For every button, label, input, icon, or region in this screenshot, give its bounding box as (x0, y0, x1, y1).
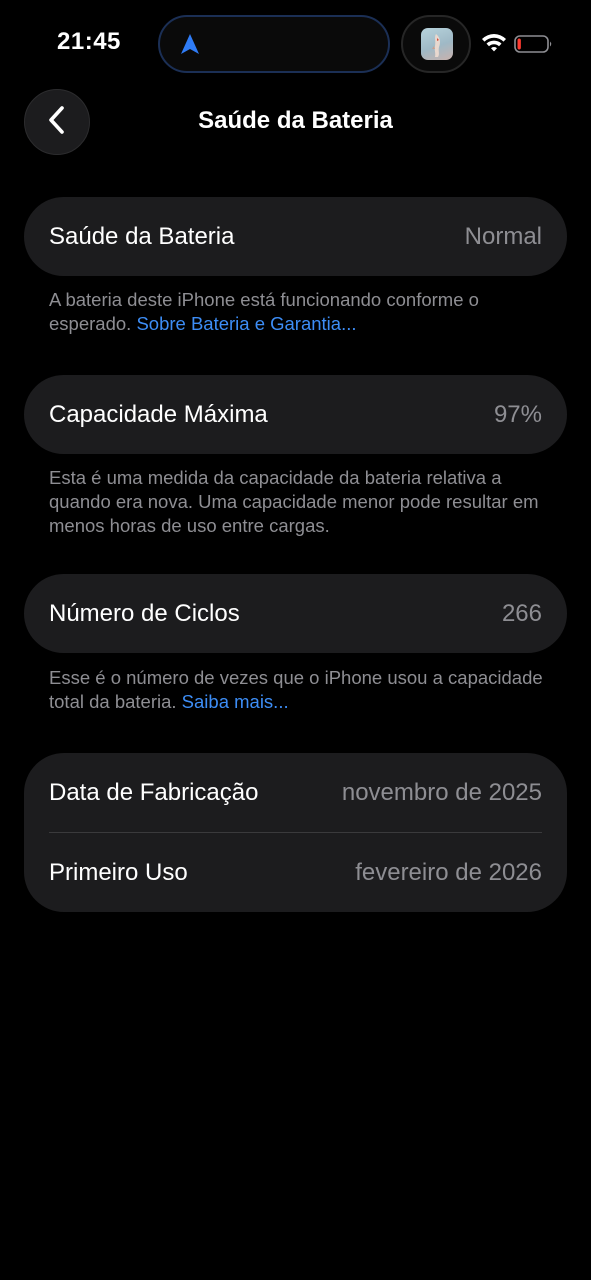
cycle-count-value: 266 (501, 599, 542, 627)
page-title: Saúde da Bateria (198, 107, 393, 134)
app-thumbnail-icon (421, 28, 453, 60)
cycle-count-row: Número de Ciclos 266 (24, 574, 567, 653)
battery-health-screen: 21:45 Saúde da Bateria Saúde da Bateria … (0, 0, 591, 1280)
wifi-icon (481, 32, 507, 52)
status-time: 21:45 (57, 28, 121, 55)
location-arrow-icon (178, 32, 202, 56)
cycle-count-label: Número de Ciclos (49, 599, 240, 627)
max-capacity-value: 97% (493, 400, 542, 428)
max-capacity-label: Capacidade Máxima (49, 400, 268, 428)
status-bar: 21:45 (0, 0, 591, 88)
cycle-count-footnote-text: Esse é o número de vezes que o iPhone us… (49, 667, 543, 712)
cycle-count-group: Número de Ciclos 266 (24, 574, 567, 653)
battery-warranty-link[interactable]: Sobre Bateria e Garantia... (136, 313, 356, 334)
cycle-count-footnote: Esse é o número de vezes que o iPhone us… (49, 666, 549, 714)
manufacture-date-row: Data de Fabricação novembro de 2025 (24, 753, 567, 832)
battery-icon (514, 34, 554, 54)
manufacture-date-value: novembro de 2025 (341, 778, 542, 806)
first-use-label: Primeiro Uso (49, 858, 188, 886)
battery-health-group: Saúde da Bateria Normal (24, 197, 567, 276)
max-capacity-row: Capacidade Máxima 97% (24, 375, 567, 454)
first-use-row: Primeiro Uso fevereiro de 2026 (24, 833, 567, 912)
max-capacity-group: Capacidade Máxima 97% (24, 375, 567, 454)
manufacture-date-label: Data de Fabricação (49, 778, 259, 806)
battery-health-row: Saúde da Bateria Normal (24, 197, 567, 276)
dynamic-island[interactable] (158, 15, 390, 73)
dates-group: Data de Fabricação novembro de 2025 Prim… (24, 753, 567, 912)
learn-more-link[interactable]: Saiba mais... (182, 691, 289, 712)
first-use-value: fevereiro de 2026 (355, 858, 542, 886)
battery-health-label: Saúde da Bateria (49, 222, 235, 250)
live-activity-bubble[interactable] (401, 15, 471, 73)
battery-health-footnote: A bateria deste iPhone está funcionando … (49, 288, 549, 336)
max-capacity-footnote: Esta é uma medida da capacidade da bater… (49, 467, 539, 536)
battery-health-value: Normal (464, 222, 542, 250)
